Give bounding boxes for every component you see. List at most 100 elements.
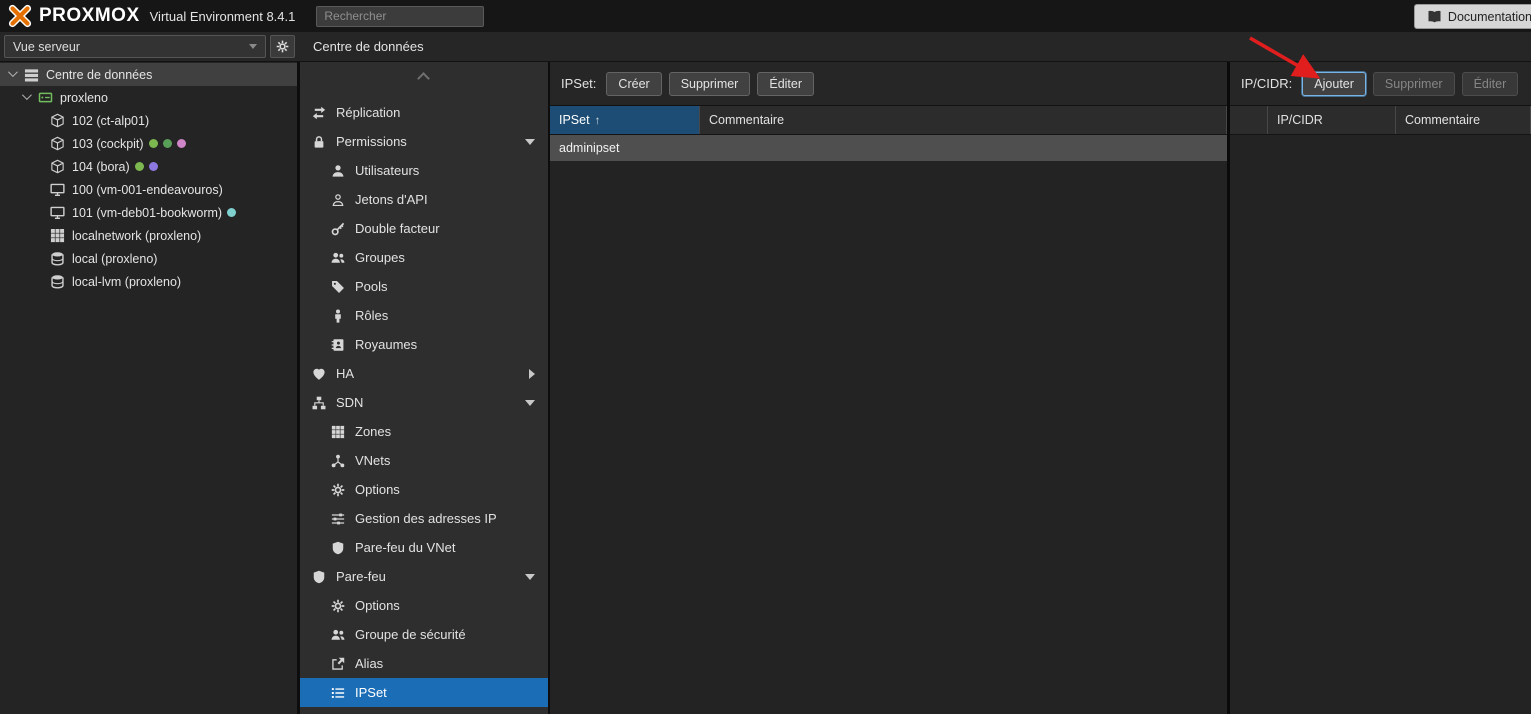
- shield-icon: [331, 541, 345, 555]
- tree-item-vm-101[interactable]: 101 (vm-deb01-bookworm): [0, 201, 297, 224]
- nav-item-vnets[interactable]: VNets: [300, 446, 548, 475]
- column-header-ipcidr[interactable]: IP/CIDR: [1268, 106, 1396, 134]
- tree-item-label: localnetwork (proxleno): [72, 229, 201, 243]
- tree-item-label: proxleno: [60, 91, 108, 105]
- storage-icon: [50, 251, 65, 266]
- node-icon: [38, 90, 53, 105]
- tags-icon: [331, 280, 345, 294]
- chevron-right-icon: [529, 369, 535, 379]
- nav-item-pools[interactable]: Pools: [300, 272, 548, 301]
- nav-item-roles[interactable]: Rôles: [300, 301, 548, 330]
- ipset-grid-header: IPSet↑ Commentaire: [550, 106, 1227, 135]
- lock-icon: [312, 135, 326, 149]
- column-header-comment[interactable]: Commentaire: [1396, 106, 1531, 134]
- nav-item-alias[interactable]: Alias: [300, 649, 548, 678]
- container-icon: [50, 159, 65, 174]
- ipset-row-adminipset[interactable]: adminipset: [550, 135, 1227, 161]
- top-bar: PROXMOX Virtual Environment 8.4.1 Docume…: [0, 0, 1531, 32]
- nav-item-ipam[interactable]: Gestion des adresses IP: [300, 504, 548, 533]
- nav-item-firewall[interactable]: Pare-feu: [300, 562, 548, 591]
- nav-item-realms[interactable]: Royaumes: [300, 330, 548, 359]
- nav-item-ha[interactable]: HA: [300, 359, 548, 388]
- sub-bar: Vue serveur Centre de données: [0, 32, 1531, 62]
- ipcidr-grid-header: IP/CIDR Commentaire: [1230, 106, 1531, 135]
- tree-item-label: Centre de données: [46, 68, 152, 82]
- user-outline-icon: [331, 193, 345, 207]
- status-dot: [149, 139, 158, 148]
- ipset-panel: IPSet: Créer Supprimer Éditer IPSet↑ Com…: [550, 62, 1230, 714]
- user-icon: [331, 164, 345, 178]
- nav-item-sdn-options[interactable]: Options: [300, 475, 548, 504]
- nav-item-groups[interactable]: Groupes: [300, 243, 548, 272]
- column-header-ipset[interactable]: IPSet↑: [550, 106, 700, 134]
- ipcidr-edit-button[interactable]: Éditer: [1462, 72, 1519, 96]
- ipset-create-button[interactable]: Créer: [606, 72, 661, 96]
- tree-item-datacenter[interactable]: Centre de données: [0, 63, 297, 86]
- nav-item-api-tokens[interactable]: Jetons d'API: [300, 185, 548, 214]
- ipset-edit-button[interactable]: Éditer: [757, 72, 814, 96]
- ipset-remove-button[interactable]: Supprimer: [669, 72, 751, 96]
- grid-icon: [331, 425, 345, 439]
- users-icon: [331, 251, 345, 265]
- nav-item-users[interactable]: Utilisateurs: [300, 156, 548, 185]
- documentation-button[interactable]: Documentation: [1414, 4, 1531, 29]
- network-grid-icon: [50, 228, 65, 243]
- person-icon: [331, 309, 345, 323]
- nav-item-sdn[interactable]: SDN: [300, 388, 548, 417]
- main-area: Centre de données proxleno 102 (ct-alp01…: [0, 62, 1531, 714]
- vm-icon: [50, 182, 65, 197]
- tree-item-localnetwork[interactable]: localnetwork (proxleno): [0, 224, 297, 247]
- tree-item-label: 101 (vm-deb01-bookworm): [72, 206, 222, 220]
- heart-icon: [312, 367, 326, 381]
- sliders-icon: [331, 512, 345, 526]
- nav-item-two-factor[interactable]: Double facteur: [300, 214, 548, 243]
- scroll-up-icon[interactable]: [417, 72, 430, 85]
- resource-tree: Centre de données proxleno 102 (ct-alp01…: [0, 62, 300, 714]
- tree-item-ct-104[interactable]: 104 (bora): [0, 155, 297, 178]
- ipcidr-add-button[interactable]: Ajouter: [1302, 72, 1366, 96]
- gear-icon: [331, 599, 345, 613]
- nav-item-firewall-options[interactable]: Options: [300, 591, 548, 620]
- chevron-down-icon: [22, 90, 32, 100]
- column-header-comment[interactable]: Commentaire: [700, 106, 1227, 134]
- status-dot: [227, 208, 236, 217]
- tree-item-storage-local-lvm[interactable]: local-lvm (proxleno): [0, 270, 297, 293]
- gear-icon: [331, 483, 345, 497]
- status-dot: [149, 162, 158, 171]
- status-dot: [177, 139, 186, 148]
- breadcrumb: Centre de données: [313, 39, 424, 54]
- view-mode-select[interactable]: Vue serveur: [4, 35, 266, 58]
- nav-item-ipset[interactable]: IPSet: [300, 678, 548, 707]
- users-icon: [331, 628, 345, 642]
- ipcidr-remove-button[interactable]: Supprimer: [1373, 72, 1455, 96]
- column-header-spacer: [1230, 106, 1268, 134]
- nav-item-security-group[interactable]: Groupe de sécurité: [300, 620, 548, 649]
- tree-item-label: 100 (vm-001-endeavouros): [72, 183, 223, 197]
- nav-item-vnet-firewall[interactable]: Pare-feu du VNet: [300, 533, 548, 562]
- sitemap-icon: [312, 396, 326, 410]
- search-input[interactable]: [316, 6, 484, 27]
- ipcidr-panel: IP/CIDR: Ajouter Supprimer Éditer IP/CID…: [1230, 62, 1531, 714]
- book-icon: [1427, 9, 1442, 24]
- tree-item-ct-103[interactable]: 103 (cockpit): [0, 132, 297, 155]
- nav-item-permissions[interactable]: Permissions: [300, 127, 548, 156]
- chevron-down-icon: [249, 44, 257, 49]
- ipset-toolbar-label: IPSet:: [561, 76, 596, 91]
- tree-settings-button[interactable]: [270, 35, 295, 58]
- chevron-down-icon: [8, 67, 18, 77]
- nav-item-replication[interactable]: Réplication: [300, 98, 548, 127]
- tree-item-node-proxleno[interactable]: proxleno: [0, 86, 297, 109]
- ipset-name-cell: adminipset: [550, 141, 700, 155]
- tree-item-storage-local[interactable]: local (proxleno): [0, 247, 297, 270]
- list-icon: [331, 686, 345, 700]
- nav-item-zones[interactable]: Zones: [300, 417, 548, 446]
- key-icon: [331, 222, 345, 236]
- tree-item-label: 104 (bora): [72, 160, 130, 174]
- external-link-icon: [331, 657, 345, 671]
- chevron-down-icon: [525, 400, 535, 406]
- sync-icon: [312, 106, 326, 120]
- tree-item-ct-102[interactable]: 102 (ct-alp01): [0, 109, 297, 132]
- proxmox-logo-icon: [8, 4, 32, 28]
- tree-item-vm-100[interactable]: 100 (vm-001-endeavouros): [0, 178, 297, 201]
- version-text: Virtual Environment 8.4.1: [150, 9, 296, 24]
